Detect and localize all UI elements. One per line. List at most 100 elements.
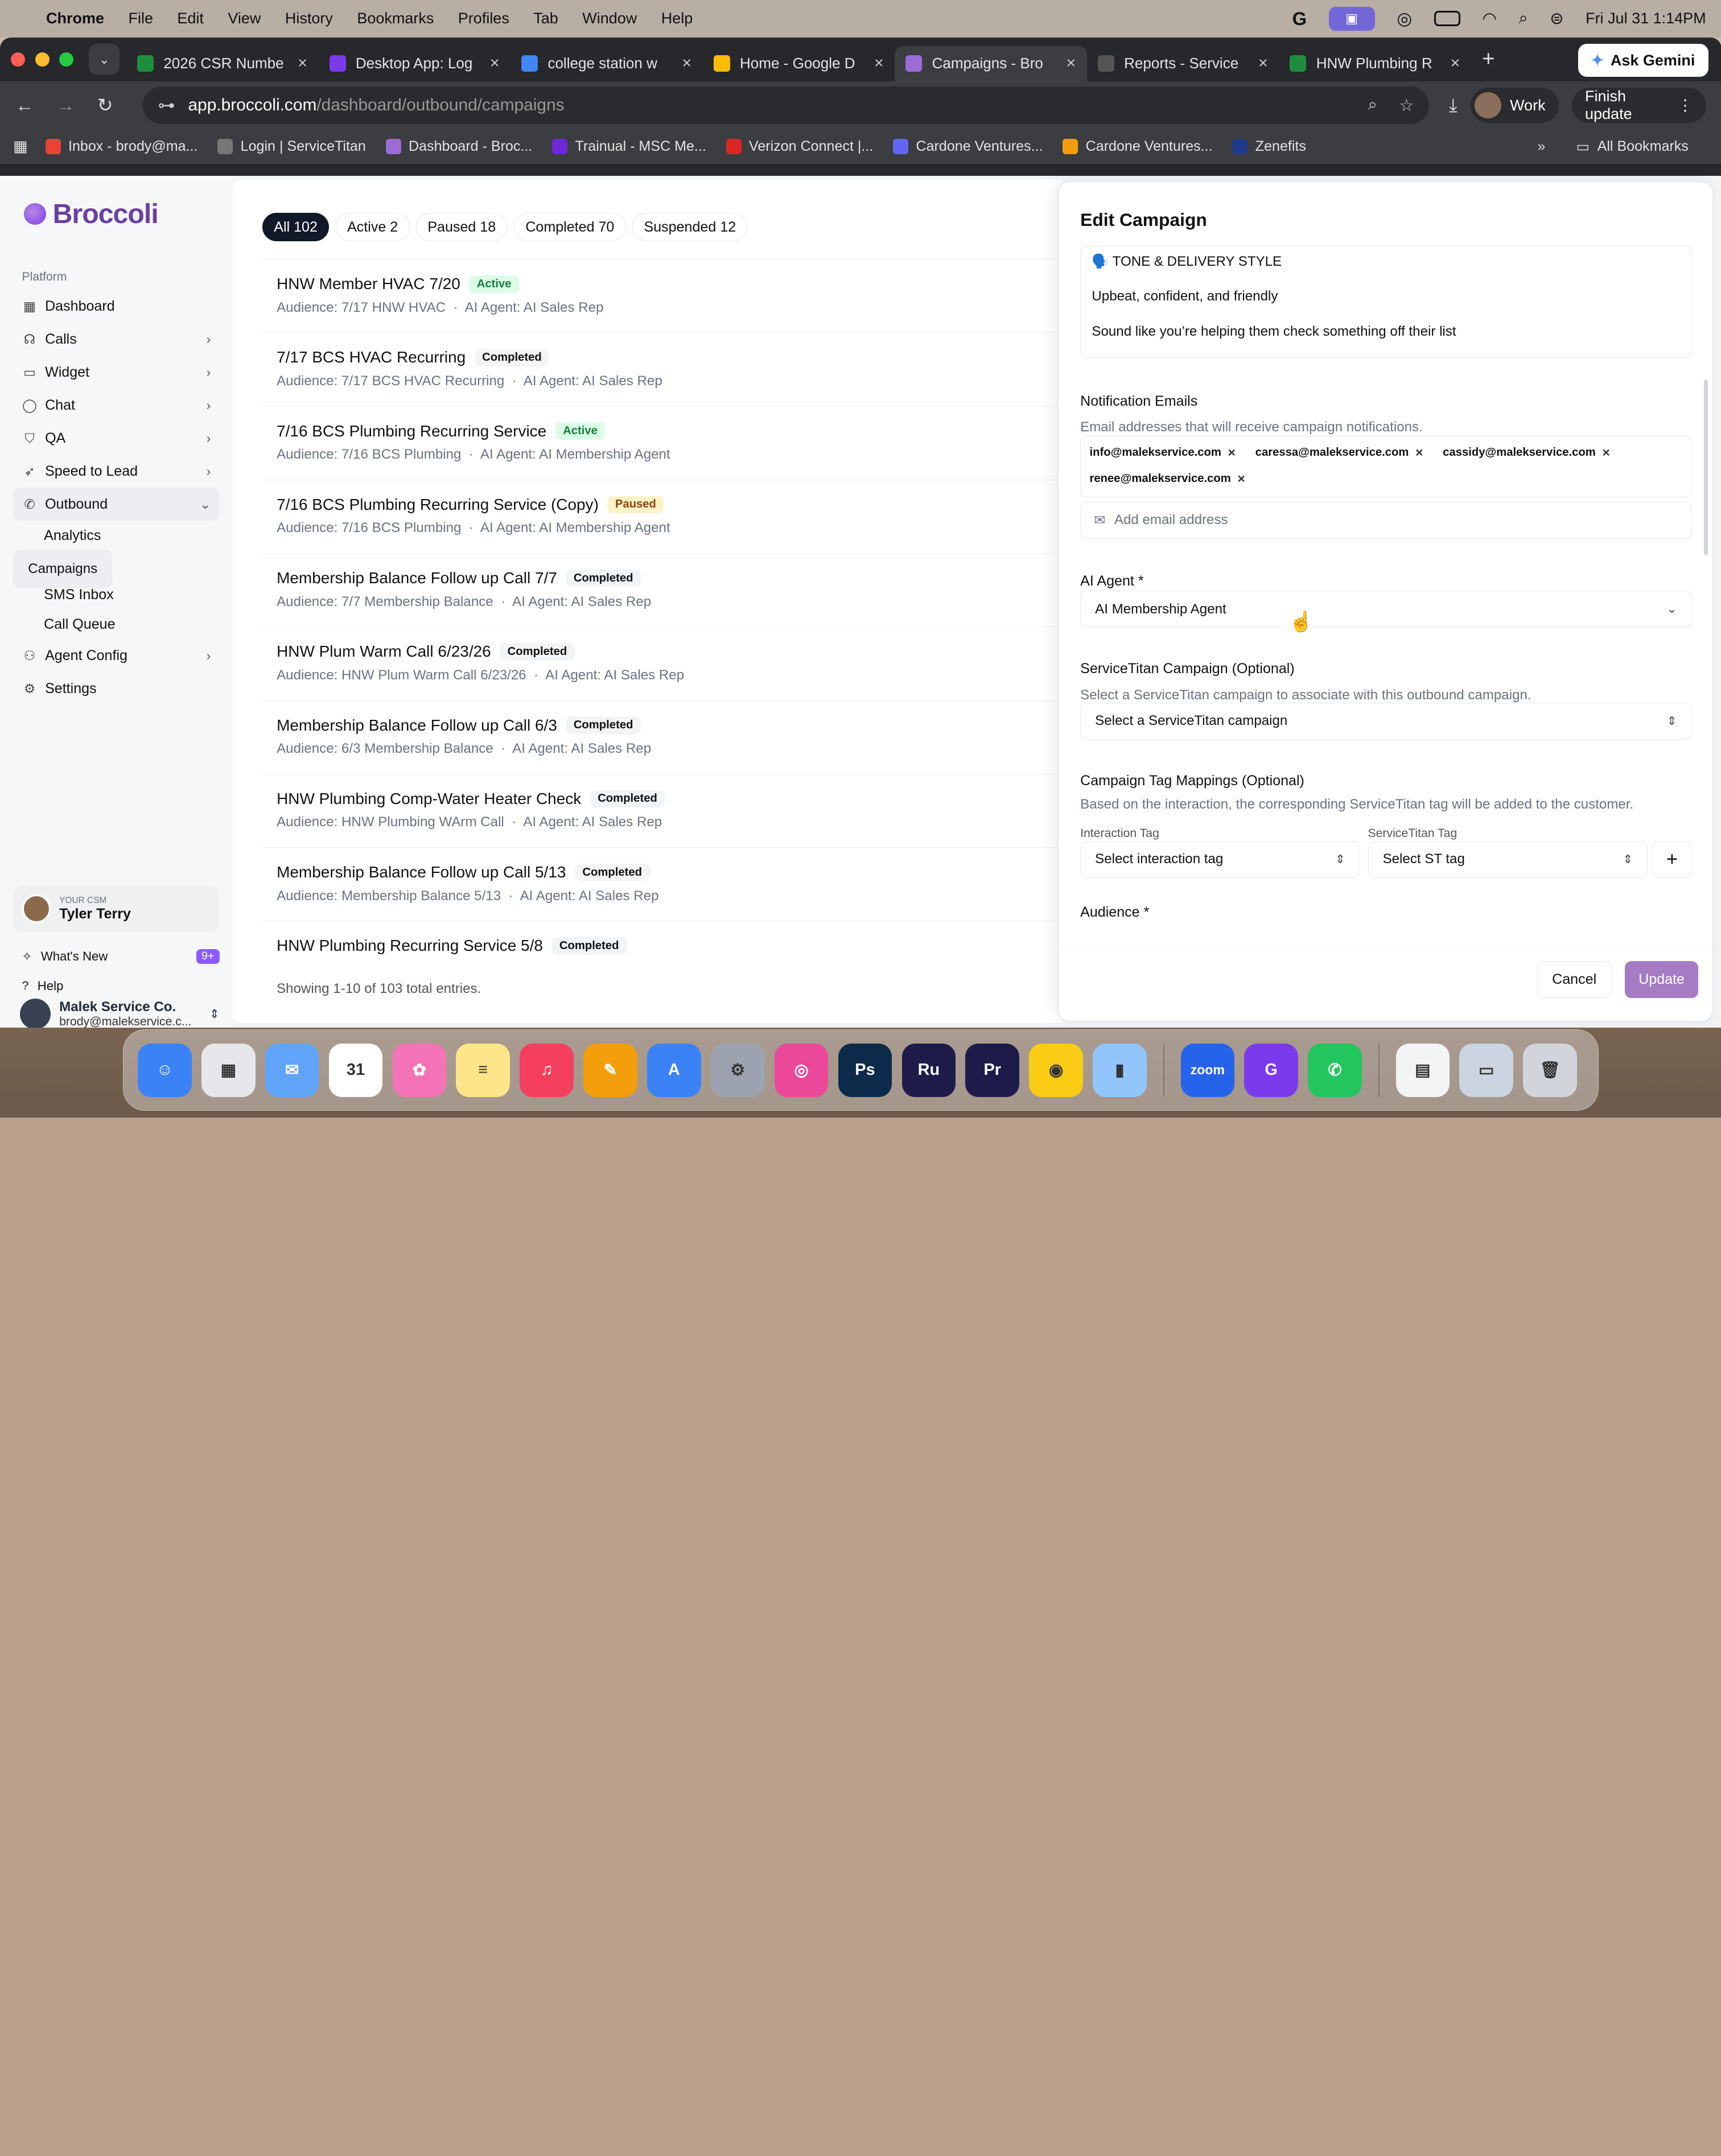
filter-suspended[interactable]: Suspended 12	[632, 213, 748, 242]
dock-trash-icon[interactable]: 🗑	[1523, 1043, 1577, 1098]
sidebar-item-agent-config[interactable]: ⚇ Agent Config ›	[13, 639, 220, 672]
tab-search-chevron-icon[interactable]: ⌄	[89, 44, 120, 75]
sidebar-item-qa[interactable]: ⛉ QA ›	[13, 422, 220, 455]
panel-scrollbar[interactable]	[1703, 380, 1708, 556]
dock-rush-icon[interactable]: Ru	[901, 1043, 956, 1098]
remove-email-icon[interactable]: ×	[1237, 471, 1245, 487]
close-tab-icon[interactable]: ×	[490, 54, 500, 73]
add-email-input[interactable]: ✉ Add email address	[1080, 501, 1692, 539]
dock-notes-icon[interactable]: ≡	[456, 1043, 510, 1098]
dock-app-store-icon[interactable]: A	[647, 1043, 701, 1098]
help-link[interactable]: ? Help	[13, 971, 220, 1001]
sidebar-item-dashboard[interactable]: ▦ Dashboard	[13, 290, 220, 323]
profile-button[interactable]: Work	[1470, 88, 1559, 123]
bookmark-3[interactable]: Dashboard - Broc...	[385, 138, 532, 155]
download-icon[interactable]: ⤓	[1449, 94, 1458, 117]
ask-gemini-button[interactable]: ✦ Ask Gemini	[1578, 44, 1708, 77]
menu-app[interactable]: Chrome	[46, 10, 104, 27]
sidebar-item-speed-to-lead[interactable]: ➶ Speed to Lead ›	[13, 455, 220, 488]
apps-grid-icon[interactable]: ▦	[13, 138, 28, 155]
sidebar-item-settings[interactable]: ⚙ Settings	[13, 672, 220, 705]
bookmark-4[interactable]: Trainual - MSC Me...	[552, 138, 706, 155]
tab-1[interactable]: 2026 CSR Numbe ×	[126, 46, 319, 81]
tab-4[interactable]: Home - Google D ×	[702, 46, 895, 81]
all-bookmarks-folder[interactable]: ▭ All Bookmarks	[1576, 138, 1688, 155]
close-window-button[interactable]	[11, 52, 26, 67]
dock-screenshot-icon[interactable]: ▭	[1459, 1043, 1513, 1098]
sidebar-item-outbound[interactable]: ✆ Outbound ⌄	[13, 488, 220, 521]
filter-all[interactable]: All 102	[262, 213, 330, 242]
cancel-button[interactable]: Cancel	[1537, 960, 1612, 999]
dock-grammarly-icon[interactable]: G	[1244, 1043, 1298, 1098]
finish-update-button[interactable]: Finish update ⋮	[1571, 88, 1706, 123]
battery-icon[interactable]	[1434, 11, 1461, 27]
add-tag-mapping-button[interactable]: +	[1652, 840, 1692, 879]
broccoli-logo[interactable]: Broccoli	[24, 195, 219, 233]
sidebar-item-calls[interactable]: ☊ Calls ›	[13, 323, 220, 356]
table-row[interactable]: Membership Balance Follow up Call 7/7 Com…	[262, 553, 1075, 626]
close-tab-icon[interactable]: ×	[298, 54, 307, 73]
bookmark-6[interactable]: Cardone Ventures...	[893, 138, 1043, 155]
subnav-analytics[interactable]: Analytics	[13, 521, 197, 550]
remove-email-icon[interactable]: ×	[1415, 445, 1423, 460]
menu-bookmarks[interactable]: Bookmarks	[357, 10, 434, 27]
more-bookmarks-icon[interactable]: »	[1538, 138, 1546, 155]
tab-3[interactable]: college station w ×	[510, 46, 703, 81]
bookmark-1[interactable]: Inbox - brody@ma...	[45, 138, 197, 155]
dock-mail-icon[interactable]: ✉	[265, 1043, 319, 1098]
remove-email-icon[interactable]: ×	[1228, 445, 1236, 460]
bookmark-2[interactable]: Login | ServiceTitan	[217, 138, 366, 155]
table-row[interactable]: HNW Plumbing Comp-Water Heater Check Comp…	[262, 773, 1075, 847]
close-tab-icon[interactable]: ×	[1066, 54, 1076, 73]
servicetitan-campaign-select[interactable]: Select a ServiceTitan campaign ⇕	[1080, 702, 1692, 740]
zoom-window-button[interactable]	[59, 52, 74, 67]
csm-card[interactable]: YOUR CSM Tyler Terry	[13, 885, 219, 932]
menu-tab[interactable]: Tab	[533, 10, 558, 27]
dock-chrome-icon[interactable]: ◉	[1029, 1043, 1083, 1098]
table-row[interactable]: Membership Balance Follow up Call 5/13 Co…	[262, 847, 1075, 921]
back-icon[interactable]: ←	[15, 94, 39, 116]
menubar-clock[interactable]: Fri Jul 31 1:14PM	[1586, 10, 1706, 27]
dock-calendar-icon[interactable]: 31	[328, 1043, 383, 1098]
menu-file[interactable]: File	[128, 10, 153, 27]
servicetitan-tag-select[interactable]: Select ST tag ⇕	[1368, 840, 1648, 879]
menu-window[interactable]: Window	[582, 10, 637, 27]
close-tab-icon[interactable]: ×	[682, 54, 691, 73]
ai-agent-select[interactable]: AI Membership Agent ⌄	[1080, 590, 1692, 628]
menu-edit[interactable]: Edit	[177, 10, 204, 27]
dock-creative-cloud-icon[interactable]: ◎	[774, 1043, 829, 1098]
control-center-icon[interactable]: ⊜	[1550, 9, 1563, 28]
forward-icon[interactable]: →	[56, 94, 80, 116]
menu-help[interactable]: Help	[661, 10, 693, 27]
dock-document-icon[interactable]: ▤	[1395, 1043, 1450, 1098]
table-row[interactable]: 7/17 BCS HVAC Recurring Completed Audience…	[262, 332, 1075, 406]
filter-completed[interactable]: Completed 70	[514, 213, 626, 242]
table-row[interactable]: 7/16 BCS Plumbing Recurring Service (Cop…	[262, 479, 1075, 553]
site-info-icon[interactable]: ⊶	[158, 96, 175, 116]
tab-5[interactable]: Campaigns - Bro ×	[895, 46, 1087, 81]
filter-active[interactable]: Active 2	[335, 213, 410, 242]
wifi-icon[interactable]: ◠	[1483, 9, 1497, 28]
zoom-icon[interactable]: ⌕	[1368, 96, 1377, 116]
close-tab-icon[interactable]: ×	[874, 54, 884, 73]
dock-photos-icon[interactable]: ✿	[392, 1043, 447, 1098]
table-row[interactable]: HNW Member HVAC 7/20 Active Audience: 7/17…	[262, 259, 1075, 332]
bookmark-8[interactable]: Zenefits	[1232, 138, 1306, 155]
whats-new-link[interactable]: ✧ What's New 9+	[13, 942, 220, 971]
account-switcher[interactable]: Malek Service Co. brody@malekservice.c...…	[13, 999, 220, 1028]
minimize-window-button[interactable]	[35, 52, 50, 67]
bookmark-7[interactable]: Cardone Ventures...	[1063, 138, 1213, 155]
tab-7[interactable]: HNW Plumbing R ×	[1279, 46, 1471, 81]
subnav-call-queue[interactable]: Call Queue	[13, 609, 197, 639]
table-row[interactable]: HNW Plum Warm Call 6/23/26 Completed Audie…	[262, 626, 1075, 700]
bookmark-5[interactable]: Verizon Connect |...	[726, 138, 873, 155]
address-bar[interactable]: ⊶ app.broccoli.com/dashboard/outbound/ca…	[142, 86, 1430, 124]
sidebar-item-chat[interactable]: ◯ Chat ›	[13, 389, 220, 422]
bookmark-star-icon[interactable]: ☆	[1399, 96, 1414, 116]
creative-cloud-icon[interactable]: ◎	[1397, 9, 1412, 29]
subnav-campaigns[interactable]: Campaigns	[13, 550, 113, 588]
close-tab-icon[interactable]: ×	[1258, 54, 1268, 73]
dock-finder-icon[interactable]: ☺	[138, 1043, 192, 1098]
menu-view[interactable]: View	[228, 10, 261, 27]
tab-2[interactable]: Desktop App: Log ×	[318, 46, 510, 81]
